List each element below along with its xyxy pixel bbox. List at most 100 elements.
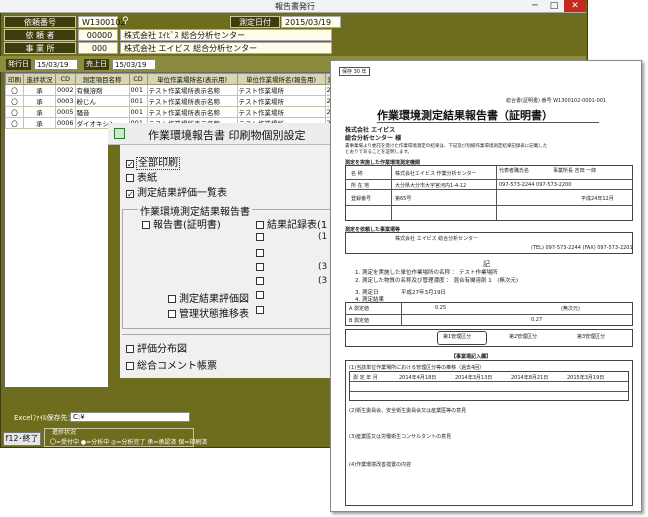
checkbox-box[interactable] xyxy=(256,263,264,271)
excel-path-input[interactable]: C:¥ xyxy=(70,412,190,422)
checkbox-box[interactable] xyxy=(168,295,176,303)
request-no-field[interactable]: W1300102 xyxy=(78,16,126,28)
checkbox-box[interactable] xyxy=(142,221,150,229)
dialog-left-strip xyxy=(108,145,120,410)
value-a: 0.25 xyxy=(435,305,447,311)
option-partial-label: (3 xyxy=(318,262,328,272)
column-header[interactable]: 進捗状況 xyxy=(23,73,56,85)
table-line xyxy=(345,179,633,180)
binoculars-icon[interactable]: ⚲ xyxy=(122,16,129,26)
comment-sheet-label: 総合コメント帳票 xyxy=(137,361,217,372)
place-cd-cell: 001 xyxy=(128,106,148,118)
option-checkbox[interactable] xyxy=(256,262,267,273)
result-record-checkbox[interactable]: 結果記録表(1 xyxy=(256,216,327,231)
class-3-label: 第3管理区分 xyxy=(577,334,606,340)
option-checkbox[interactable] xyxy=(256,305,267,316)
client-center: 総合分析センター 様 xyxy=(345,135,402,142)
column-header[interactable]: CD xyxy=(55,73,76,85)
checkbox-box[interactable] xyxy=(126,345,134,353)
status-legend-title: 進捗状況 xyxy=(52,429,77,436)
all-print-label: 全部印刷 xyxy=(136,157,180,170)
option-checkbox[interactable] xyxy=(256,232,267,243)
history-date-1: 2014年4月18日 xyxy=(399,375,437,381)
option-checkbox[interactable] xyxy=(256,248,267,259)
result-eval-chart-checkbox[interactable]: 測定結果評価図 xyxy=(168,290,249,305)
checkbox-box[interactable] xyxy=(256,291,264,299)
option-checkbox[interactable] xyxy=(256,276,267,287)
report-cert-checkbox[interactable]: 報告書(証明書) xyxy=(142,216,221,231)
column-header[interactable]: 単位作業場所名(表示用) xyxy=(146,73,238,85)
table-line xyxy=(496,165,497,221)
requester-label: 依 頼 者 xyxy=(4,29,76,41)
tel-value: 097-573-2244 097-573-2200 xyxy=(499,182,572,188)
office-name-field: 株式会社 エイビス 総合分析センター xyxy=(120,42,332,54)
checkbox-box[interactable] xyxy=(168,310,176,318)
org-name-label: 名 称 xyxy=(351,171,363,177)
progress-cell: 承 xyxy=(23,95,56,107)
table-row[interactable]: 〇 承 0005 騒音 001 テスト作業場所表示名称 テスト作業場所 2015… xyxy=(5,106,350,118)
table-row[interactable]: 〇 承 0002 有機溶剤 001 テスト作業場所表示名称 テスト作業場所 20… xyxy=(5,84,350,96)
history-date-2: 2014年3月13日 xyxy=(455,375,493,381)
rep-value: 事業所長 吉田 一郎 xyxy=(553,168,597,174)
item-cd-cell: 0003 xyxy=(55,95,76,107)
checkbox-box[interactable] xyxy=(256,221,264,229)
checkbox-box[interactable] xyxy=(256,306,264,314)
close-button[interactable]: ✕ xyxy=(564,0,586,12)
item-name-cell: 粉じん xyxy=(74,95,130,107)
site-name: 株式会社 エイビス 総合分析センター xyxy=(395,236,479,242)
office-label: 事 業 所 xyxy=(4,42,76,54)
place-display-cell: テスト作業場所表示名称 xyxy=(146,106,238,118)
checkbox-box[interactable]: ✓ xyxy=(126,160,134,169)
print-flag-cell[interactable]: 〇 xyxy=(5,95,24,107)
print-flag-cell[interactable]: 〇 xyxy=(5,117,24,129)
checkbox-box[interactable]: ✓ xyxy=(126,190,134,199)
checkbox-box[interactable] xyxy=(126,362,134,370)
column-header[interactable]: 測定項目名称 xyxy=(74,73,130,85)
eval-list-checkbox[interactable]: ✓ 測定結果評価一覧表 xyxy=(126,184,227,199)
mgmt-trend-label: 管理状態推移表 xyxy=(179,309,249,320)
history-date-4: 2015年3月19日 xyxy=(567,375,605,381)
checkbox-box[interactable] xyxy=(256,249,264,257)
reg-label: 登録番号 xyxy=(351,196,372,202)
place-cd-cell: 001 xyxy=(128,95,148,107)
item-2: 2. 測定した物質の名称及び管理濃度 ： 混合有機溶剤 1 (無次元) xyxy=(355,278,519,284)
eval-dist-checkbox[interactable]: 評価分布図 xyxy=(126,340,187,355)
checkbox-box[interactable] xyxy=(256,277,264,285)
office-code-field[interactable]: 000 xyxy=(78,42,118,54)
report-preview: 保存 30 年 総合書(証明書) 番号 W1300102-0001-001 作業… xyxy=(330,60,642,512)
checkbox-box[interactable] xyxy=(126,174,134,182)
result-eval-chart-label: 測定結果評価図 xyxy=(179,294,249,305)
item-1: 1. 測定を実施した単位作業場所の名称 ： テスト作業場所 xyxy=(355,270,498,276)
place-cd-cell: 001 xyxy=(128,84,148,96)
status-legend-text: 〇=受付中 ●=分析中 ◎=分析完了 承=承認済 保=印刷済 xyxy=(50,439,208,446)
cover-label: 表紙 xyxy=(137,173,157,184)
maximize-button[interactable]: □ xyxy=(545,0,563,12)
table-row[interactable]: 〇 承 0003 粉じん 001 テスト作業場所表示名称 テスト作業場所 201… xyxy=(5,95,350,107)
measure-date-field[interactable]: 2015/03/19 xyxy=(281,16,341,28)
unit-label: (無次元) xyxy=(561,306,580,312)
print-flag-cell[interactable]: 〇 xyxy=(5,106,24,118)
column-header[interactable]: 単位作業場所名(報告用) xyxy=(236,73,326,85)
cover-checkbox[interactable]: 表紙 xyxy=(126,169,157,184)
sales-date-field[interactable]: 15/03/19 xyxy=(112,59,156,70)
excel-path-label: Excelﾌｧｲﾙ保存先： xyxy=(14,414,75,422)
comment-sheet-checkbox[interactable]: 総合コメント帳票 xyxy=(126,357,217,372)
requester-code-field[interactable]: 00000 xyxy=(78,29,118,41)
mgmt-trend-checkbox[interactable]: 管理状態推移表 xyxy=(168,305,249,320)
issue-date-field[interactable]: 15/03/19 xyxy=(34,59,78,70)
org-name-value: 株式会社エイビス 作業分析センター xyxy=(395,171,477,177)
print-flag-cell[interactable]: 〇 xyxy=(5,84,24,96)
minimize-button[interactable]: ─ xyxy=(526,0,544,12)
dialog-title: 作業環境報告書 印刷物個別設定 xyxy=(148,129,306,142)
column-header[interactable]: 印刷 xyxy=(5,73,24,85)
issue-date-label: 発行日 xyxy=(6,59,31,70)
option-checkbox[interactable] xyxy=(256,290,267,301)
table-line xyxy=(345,205,633,206)
checkbox-box[interactable] xyxy=(256,233,264,241)
exit-button[interactable]: f12･終了 xyxy=(3,432,41,446)
column-header[interactable]: CD xyxy=(128,73,148,85)
row-a-label: A 測定値 xyxy=(349,306,370,312)
dialog-app-icon xyxy=(114,128,125,139)
note-3: (3)産業医又は労働衛生コンサルタントの意見 xyxy=(349,434,452,440)
all-print-checkbox[interactable]: ✓ 全部印刷 xyxy=(126,154,180,170)
